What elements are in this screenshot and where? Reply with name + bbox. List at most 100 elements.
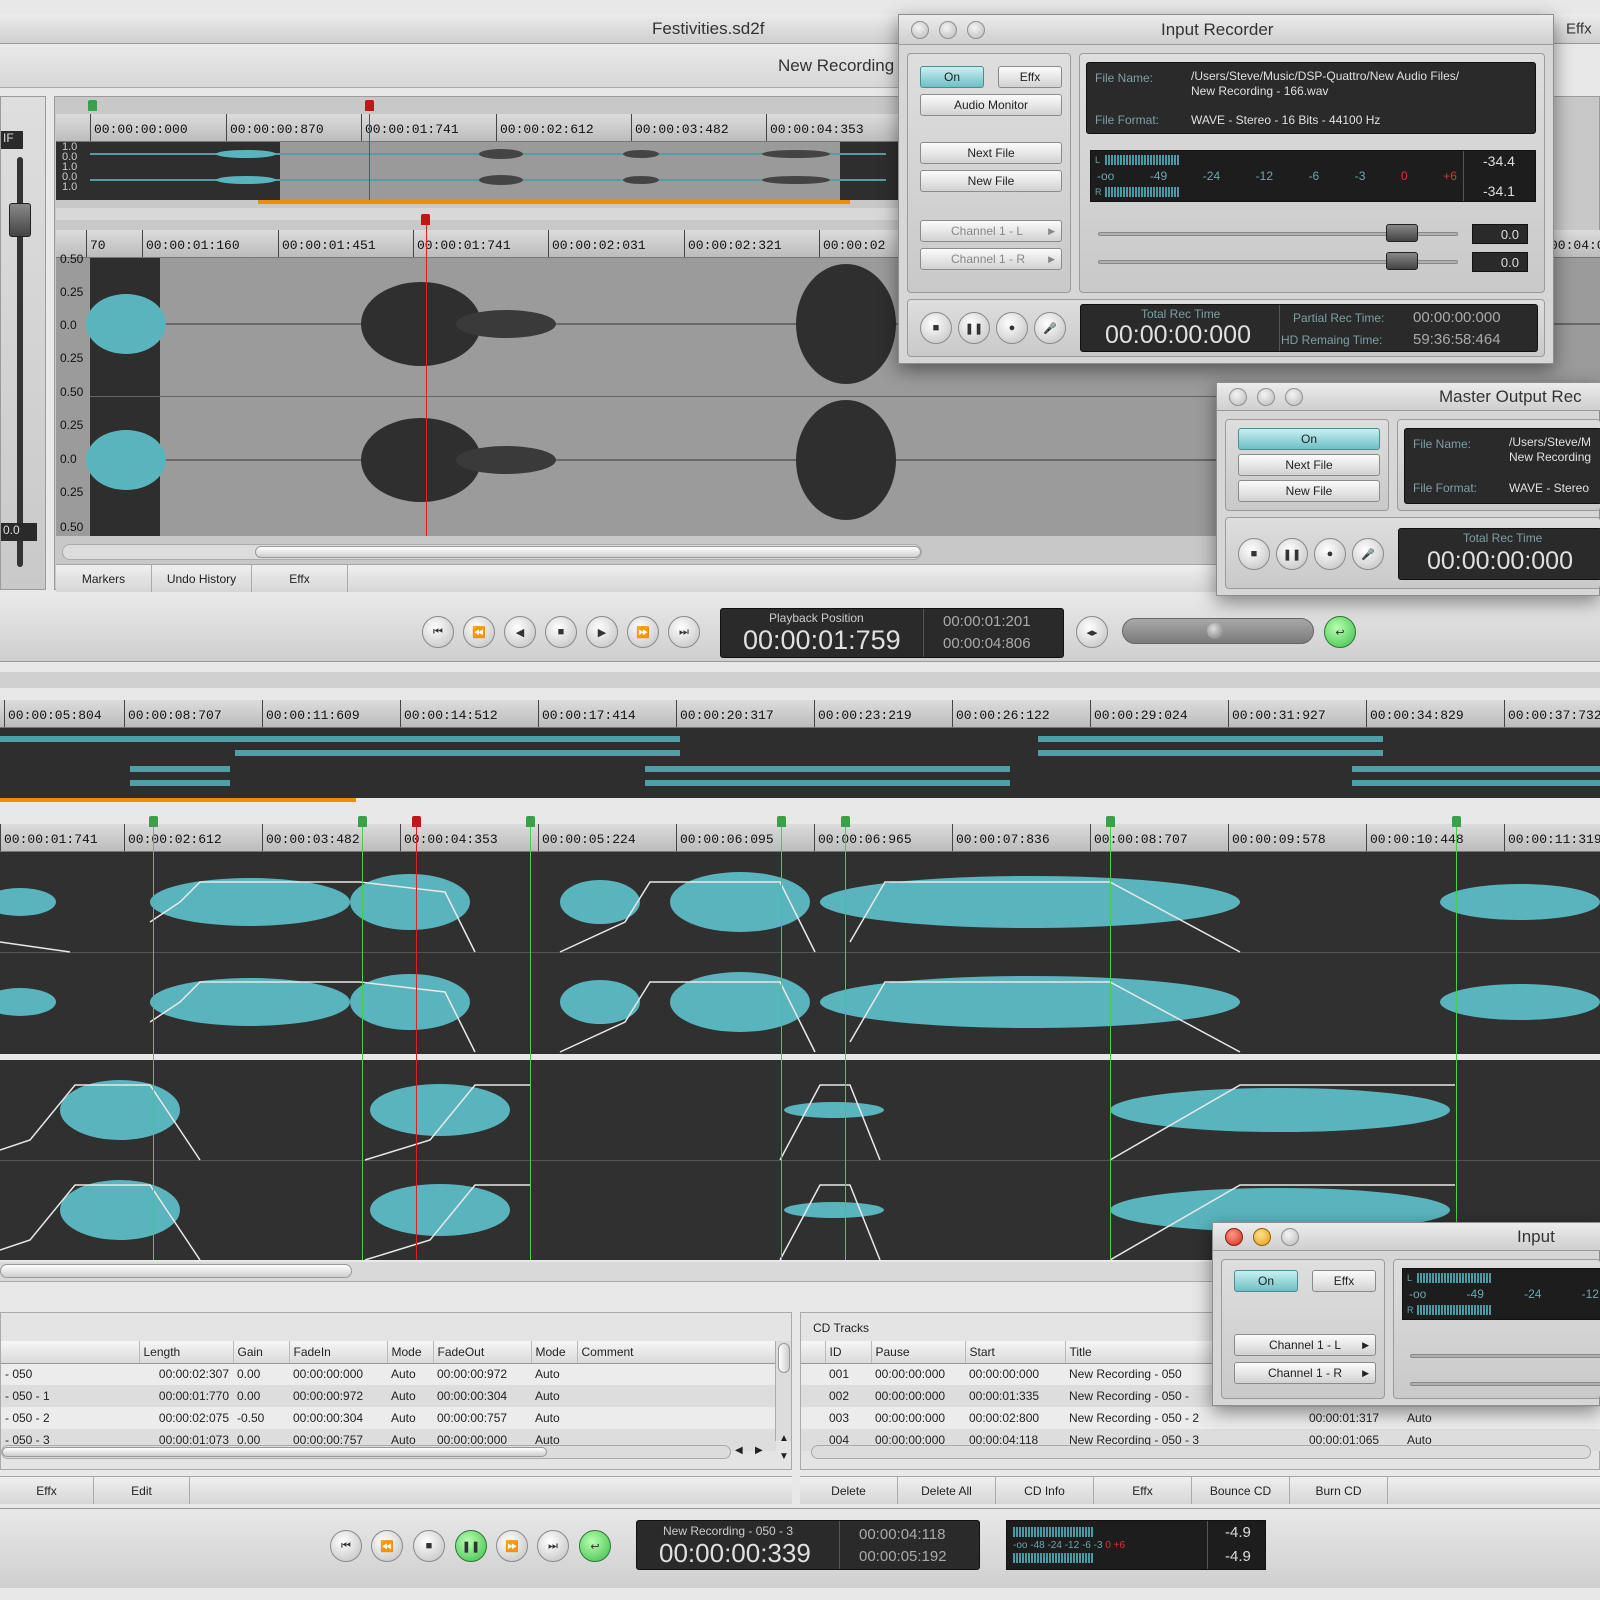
loop-button[interactable]: ↩: [1324, 616, 1356, 648]
multitrack-marker[interactable]: [841, 816, 850, 827]
burn-cd-button[interactable]: Burn CD: [1290, 1477, 1388, 1504]
left-gain-knob[interactable]: [9, 203, 31, 237]
input-on-button[interactable]: On: [920, 66, 984, 88]
bottom-pause-button[interactable]: ❚❚: [455, 1530, 487, 1562]
table-row[interactable]: - 050 - 2 00:00:02:075 -0.50 00:00:00:30…: [1, 1407, 776, 1429]
cd-delete-all-button[interactable]: Delete All: [898, 1477, 996, 1504]
tab-effx[interactable]: Effx: [252, 565, 348, 592]
table-row[interactable]: - 050 00:00:02:307 0.00 00:00:00:000 Aut…: [1, 1363, 776, 1385]
input-window-close-button[interactable]: [1225, 1228, 1243, 1246]
master-new-file-button[interactable]: New File: [1238, 480, 1380, 502]
bottom-rewind-button[interactable]: ⏪: [371, 1530, 403, 1562]
multitrack-playhead-marker[interactable]: [412, 816, 421, 827]
stop-button[interactable]: ■: [545, 616, 577, 648]
overview-playhead-marker[interactable]: [365, 100, 374, 111]
input-effx-button[interactable]: Effx: [998, 66, 1062, 88]
hscroll-right-arrow[interactable]: ▶: [755, 1445, 763, 1456]
master-pause-button[interactable]: ❚❚: [1276, 538, 1308, 570]
input-recorder-zoom-button[interactable]: [967, 21, 985, 39]
master-zoom-button[interactable]: [1285, 388, 1303, 406]
vscroll-down-arrow[interactable]: ▼: [779, 1451, 789, 1462]
input-window-channel-r-select[interactable]: Channel 1 - R ▶: [1234, 1362, 1376, 1384]
cd-col-start[interactable]: Start: [965, 1341, 1066, 1364]
input-gain-r-value[interactable]: 0.0: [1472, 252, 1528, 272]
cd-delete-button[interactable]: Delete: [800, 1477, 898, 1504]
multitrack-marker[interactable]: [149, 816, 158, 827]
play-button[interactable]: ▶: [586, 616, 618, 648]
multitrack-overview-waves[interactable]: [0, 728, 1600, 798]
zoom-scrollbar-thumb[interactable]: [255, 546, 921, 558]
tab-clip-edit[interactable]: Edit: [94, 1477, 190, 1504]
master-minimize-button[interactable]: [1257, 388, 1275, 406]
input-window-channel-l-select[interactable]: Channel 1 - L ▶: [1234, 1334, 1376, 1356]
vscroll-up-arrow[interactable]: ▲: [779, 1433, 789, 1444]
input-rec-stop-button[interactable]: ■: [920, 312, 952, 344]
input-window-gain-slider-l[interactable]: [1410, 1354, 1600, 1358]
master-record-button[interactable]: ●: [1314, 538, 1346, 570]
input-recorder-close-button[interactable]: [911, 21, 929, 39]
multitrack-marker[interactable]: [777, 816, 786, 827]
input-gain-l-value[interactable]: 0.0: [1472, 224, 1528, 244]
cd-info-button[interactable]: CD Info: [996, 1477, 1094, 1504]
clip-col-mode2[interactable]: Mode: [531, 1341, 578, 1364]
clip-col-comment[interactable]: Comment: [577, 1341, 776, 1364]
input-new-file-button[interactable]: New File: [920, 170, 1062, 192]
bottom-loop-button[interactable]: ↩: [579, 1530, 611, 1562]
input-rec-mic-button[interactable]: 🎤: [1034, 312, 1066, 344]
bottom-go-to-end-button[interactable]: ⏭: [537, 1530, 569, 1562]
shuttle-slider[interactable]: [1122, 618, 1314, 644]
audio-monitor-button[interactable]: Audio Monitor: [920, 94, 1062, 116]
step-back-button[interactable]: ◀: [504, 616, 536, 648]
clip-table-vscroll[interactable]: [775, 1341, 791, 1441]
hscroll-left-arrow[interactable]: ◀: [735, 1445, 743, 1456]
input-recorder-titlebar[interactable]: Input Recorder: [899, 15, 1553, 45]
input-channel-r-select[interactable]: Channel 1 - R ▶: [920, 248, 1062, 270]
table-row[interactable]: 003 00:00:00:000 00:00:02:800 New Record…: [801, 1407, 1600, 1429]
clip-table-vscroll-thumb[interactable]: [778, 1343, 790, 1373]
clip-col-fadein[interactable]: FadeIn: [289, 1341, 388, 1364]
scrub-button[interactable]: ◂▸: [1076, 616, 1108, 648]
master-stop-button[interactable]: ■: [1238, 538, 1270, 570]
master-output-titlebar[interactable]: Master Output Rec: [1217, 383, 1600, 411]
overview-waveform[interactable]: 1.0 0.0 1.0 0.0 1.0: [56, 142, 906, 200]
go-to-start-button[interactable]: ⏮: [422, 616, 454, 648]
multitrack-overview-ruler[interactable]: 00:00:05:804 00:00:08:707 00:00:11:609 0…: [0, 700, 1600, 728]
multitrack-track-1[interactable]: [0, 852, 1600, 1054]
multitrack-marker[interactable]: [1106, 816, 1115, 827]
clip-col-mode[interactable]: Mode: [387, 1341, 434, 1364]
clip-col-gain[interactable]: Gain: [233, 1341, 290, 1364]
input-gain-knob-l[interactable]: [1386, 224, 1418, 242]
bounce-cd-button[interactable]: Bounce CD: [1192, 1477, 1290, 1504]
multitrack-marker[interactable]: [358, 816, 367, 827]
clip-table-hscroll-thumb[interactable]: [2, 1447, 547, 1457]
bottom-fast-forward-button[interactable]: ⏩: [496, 1530, 528, 1562]
shuttle-knob[interactable]: [1207, 623, 1223, 639]
tab-markers[interactable]: Markers: [56, 565, 152, 592]
input-window-on-button[interactable]: On: [1234, 1270, 1298, 1292]
tab-undo-history[interactable]: Undo History: [152, 565, 252, 592]
input-channel-l-select[interactable]: Channel 1 - L ▶: [920, 220, 1062, 242]
overview-start-marker[interactable]: [88, 100, 97, 111]
fast-forward-button[interactable]: ⏩: [627, 616, 659, 648]
cd-effx-button[interactable]: Effx: [1094, 1477, 1192, 1504]
input-next-file-button[interactable]: Next File: [920, 142, 1062, 164]
master-close-button[interactable]: [1229, 388, 1247, 406]
input-recorder-minimize-button[interactable]: [939, 21, 957, 39]
input-rec-pause-button[interactable]: ❚❚: [958, 312, 990, 344]
table-row[interactable]: - 050 - 1 00:00:01:770 0.00 00:00:00:972…: [1, 1385, 776, 1407]
zoom-scrollbar[interactable]: [62, 544, 922, 560]
rewind-button[interactable]: ⏪: [463, 616, 495, 648]
clip-col-name[interactable]: [1, 1341, 140, 1364]
input-gain-knob-r[interactable]: [1386, 252, 1418, 270]
multitrack-marker[interactable]: [526, 816, 535, 827]
bottom-stop-button[interactable]: ■: [413, 1530, 445, 1562]
master-on-button[interactable]: On: [1238, 428, 1380, 450]
input-window-minimize-button[interactable]: [1253, 1228, 1271, 1246]
input-window-zoom-button[interactable]: [1281, 1228, 1299, 1246]
clip-table-hscroll[interactable]: [1, 1445, 731, 1459]
bottom-go-to-start-button[interactable]: ⏮: [330, 1530, 362, 1562]
clip-col-length[interactable]: Length: [139, 1341, 234, 1364]
master-next-file-button[interactable]: Next File: [1238, 454, 1380, 476]
tab-clip-effx[interactable]: Effx: [0, 1477, 94, 1504]
cd-col-id[interactable]: ID: [825, 1341, 872, 1364]
